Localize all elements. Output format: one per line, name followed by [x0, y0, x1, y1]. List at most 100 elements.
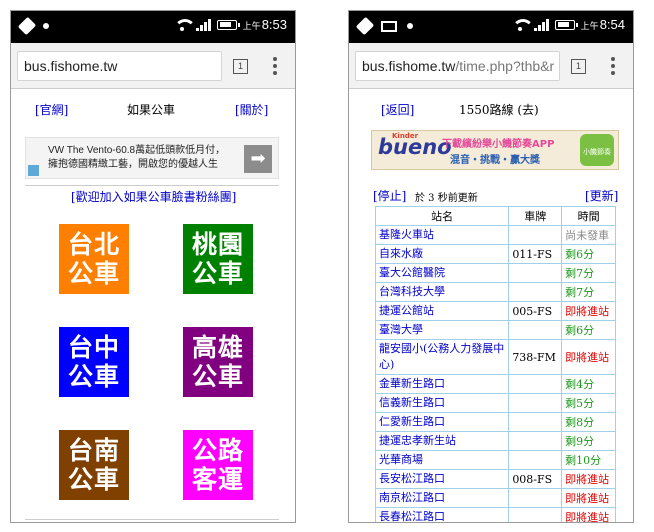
ad-headline: 下載繽紛樂小饑節奏APP: [442, 139, 555, 150]
arrival-time: 剩4分: [561, 374, 616, 394]
table-row: 光華商場 剩10分: [374, 450, 616, 470]
table-row: 基隆火車站 尚未發車: [374, 225, 616, 245]
tab-switcher-icon[interactable]: 1: [233, 59, 248, 74]
divider: [25, 519, 279, 520]
arrival-time: 即將進站: [561, 339, 616, 375]
ad-arrow-icon[interactable]: ➡: [244, 145, 272, 173]
bus-plate: [508, 225, 563, 245]
city-tile-highway-bus[interactable]: 公路 客運: [183, 430, 253, 500]
ad-banner[interactable]: VW The Vento-60.8萬起低頭款低月付， 擁抱德國精緻工藝，開啟您的…: [25, 137, 279, 179]
ad-text-line1: VW The Vento-60.8萬起低頭款低月付，: [48, 145, 226, 156]
official-site-link[interactable]: [官網]: [35, 101, 68, 118]
bus-plate: [508, 450, 563, 470]
browser-toolbar: bus.fishome.tw 1: [11, 43, 295, 89]
right-phone-screen: 上午8:54 bus.fishome.tw/time.php?thb&r 1 […: [348, 10, 634, 523]
adchoices-icon[interactable]: [28, 165, 39, 176]
overflow-menu-icon[interactable]: [273, 57, 277, 75]
stop-name-link[interactable]: 金華新生路口: [374, 374, 510, 394]
table-row: 南京松江路口 即將進站: [374, 488, 616, 508]
notification-dot-icon: [43, 23, 49, 29]
bus-plate: [508, 282, 563, 302]
table-row: 臺灣大學 剩6分: [374, 320, 616, 340]
wifi-icon: [511, 18, 534, 31]
stop-name-link[interactable]: 仁愛新生路口: [374, 412, 510, 432]
status-bar: 上午8:53: [11, 11, 295, 43]
arrival-time: 即將進站: [561, 301, 616, 321]
arrival-time: 剩9分: [561, 431, 616, 451]
ad-tagline: 混音・挑戰・贏大獎: [450, 155, 540, 166]
refresh-link[interactable]: [更新]: [585, 187, 618, 204]
city-tile-taoyuan[interactable]: 桃園 公車: [183, 224, 253, 294]
bus-plate: [508, 431, 563, 451]
city-tile-taichung[interactable]: 台中 公車: [59, 327, 129, 397]
bus-plate: 011-FS: [508, 244, 563, 264]
stop-name-link[interactable]: 光華商場: [374, 450, 510, 470]
stop-name-link[interactable]: 基隆火車站: [374, 225, 510, 245]
stop-name-link[interactable]: 捷運公館站: [374, 301, 510, 321]
table-row: 長安松江路口 008-FS 即將進站: [374, 469, 616, 489]
page-title: 如果公車: [127, 103, 176, 117]
status-clock: 上午8:54: [580, 17, 625, 32]
about-link[interactable]: [關於]: [235, 101, 268, 118]
table-row: 金華新生路口 剩4分: [374, 374, 616, 394]
header-time: 時間: [561, 206, 616, 226]
stop-name-link[interactable]: 長春松江路口: [374, 507, 510, 522]
overflow-menu-icon[interactable]: [611, 57, 615, 75]
stop-name-link[interactable]: 臺大公館醫院: [374, 263, 510, 283]
table-row: 仁愛新生路口 剩8分: [374, 412, 616, 432]
facebook-fanpage-link[interactable]: [歡迎加入如果公車臉書粉絲團]: [71, 188, 236, 205]
arrival-time: 即將進站: [561, 469, 616, 489]
bus-plate: [508, 488, 563, 508]
table-row: 龍安國小(公務人力發展中心) 738-FM 即將進站: [374, 339, 616, 375]
stop-name-link[interactable]: 南京松江路口: [374, 488, 510, 508]
table-row: 自來水廠 011-FS 剩6分: [374, 244, 616, 264]
arrival-time: 即將進站: [561, 507, 616, 522]
stop-name-link[interactable]: 捷運忠孝新生站: [374, 431, 510, 451]
browser-toolbar: bus.fishome.tw/time.php?thb&r 1: [349, 43, 633, 89]
arrival-time: 剩5分: [561, 393, 616, 413]
updated-time-text: 於 3 秒前更新: [415, 193, 478, 204]
stop-name-link[interactable]: 龍安國小(公務人力發展中心): [374, 339, 510, 375]
city-tile-kaohsiung[interactable]: 高雄 公車: [183, 327, 253, 397]
table-row: 長春松江路口 即將進站: [374, 507, 616, 522]
url-field[interactable]: bus.fishome.tw/time.php?thb&r: [355, 51, 560, 81]
bus-plate: [508, 374, 563, 394]
url-field[interactable]: bus.fishome.tw: [17, 51, 222, 81]
header-plate: 車牌: [508, 206, 563, 226]
wifi-icon: [173, 18, 196, 31]
arrival-time: 即將進站: [561, 488, 616, 508]
ad-brand-logo: bueno: [378, 135, 452, 159]
city-tile-tainan[interactable]: 台南 公車: [59, 430, 129, 500]
stop-name-link[interactable]: 長安松江路口: [374, 469, 510, 489]
stop-link[interactable]: [停止]: [373, 187, 406, 204]
bus-plate: 008-FS: [508, 469, 563, 489]
arrival-time: 剩10分: [561, 450, 616, 470]
bus-plate: [508, 263, 563, 283]
stop-name-link[interactable]: 台灣科技大學: [374, 282, 510, 302]
header-stop: 站名: [374, 206, 510, 226]
back-link[interactable]: [返回]: [381, 101, 414, 118]
table-row: 信義新生路口 剩5分: [374, 393, 616, 413]
battery-icon: [554, 19, 578, 30]
stop-name-link[interactable]: 臺灣大學: [374, 320, 510, 340]
city-tile-taipei[interactable]: 台北 公車: [59, 224, 129, 294]
arrival-time: 剩6分: [561, 320, 616, 340]
ad-banner[interactable]: Kinder bueno 下載繽紛樂小饑節奏APP 混音・挑戰・贏大獎 小饑節奏: [371, 130, 619, 170]
bus-plate: [508, 507, 563, 522]
arrival-time: 剩7分: [561, 263, 616, 283]
route-title: 1550路線 (去): [459, 103, 539, 117]
signal-icon: [195, 18, 211, 31]
ad-text-line2: 擁抱德國精緻工藝，開啟您的優越人生: [48, 159, 218, 170]
tab-switcher-icon[interactable]: 1: [571, 59, 586, 74]
table-row: 捷運忠孝新生站 剩9分: [374, 431, 616, 451]
notification-dot-icon: [407, 23, 413, 29]
signal-icon: [533, 18, 549, 31]
bus-plate: [508, 320, 563, 340]
status-bar: 上午8:54: [349, 11, 633, 43]
table-row: 臺大公館醫院 剩7分: [374, 263, 616, 283]
screenshot-icon: [381, 20, 397, 32]
tag-icon: [17, 16, 37, 36]
stop-name-link[interactable]: 自來水廠: [374, 244, 510, 264]
stop-name-link[interactable]: 信義新生路口: [374, 393, 510, 413]
bus-plate: [508, 412, 563, 432]
